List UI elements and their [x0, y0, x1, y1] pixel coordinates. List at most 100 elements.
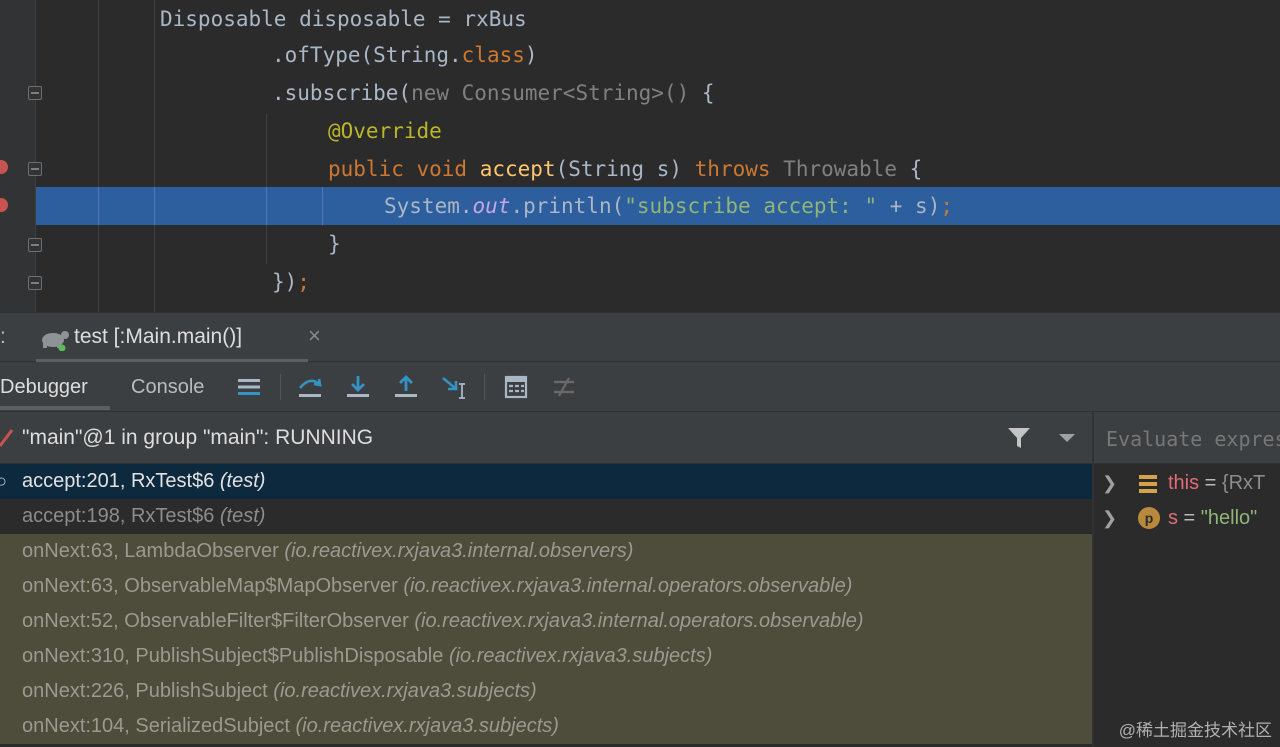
variable-row-s[interactable]: ❯ p s = "hello" [1094, 501, 1280, 536]
code-token: }) [272, 270, 298, 294]
frame-package: (io.reactivex.rxjava3.internal.operators… [414, 610, 864, 632]
code-editor[interactable]: Disposable disposable = rxBus .ofType(St… [0, 0, 1280, 312]
code-token: .subscribe( [272, 81, 412, 105]
code-token: ; [940, 194, 953, 218]
frames-panel: "main"@1 in group "main": RUNNING ○ accep… [0, 412, 1092, 747]
code-token: Disposable disposable = rxBus [160, 7, 527, 31]
chevron-right-icon[interactable]: ❯ [1102, 466, 1117, 501]
stack-frame-row[interactable]: onNext:63, LambdaObserver (io.reactivex.… [0, 534, 1092, 569]
frame-label: onNext:104, SerializedSubject (io.reacti… [22, 709, 559, 744]
step-over-icon[interactable] [295, 372, 325, 402]
toolbar-separator [280, 374, 281, 400]
frame-package: (io.reactivex.rxjava3.internal.observers… [284, 540, 634, 562]
frame-package: (io.reactivex.rxjava3.subjects) [273, 680, 537, 702]
code-token: throws [694, 157, 784, 181]
frame-location: accept:201, RxTest$6 [22, 470, 220, 492]
frame-location: onNext:52, ObservableFilter$FilterObserv… [22, 610, 415, 632]
toolbar-separator [484, 374, 485, 400]
tab-debugger[interactable]: Debugger [0, 376, 88, 399]
filter-icon[interactable] [1006, 426, 1032, 450]
tool-window-title: : [0, 325, 6, 348]
watermark: @稀土掘金技术社区 [1118, 721, 1272, 740]
frame-label: accept:201, RxTest$6 (test) [22, 464, 265, 499]
code-token: ) [524, 43, 538, 67]
variable-name: this [1168, 472, 1200, 494]
code-line[interactable]: .subscribe(new Consumer<String>() { [0, 74, 1280, 112]
step-into-icon[interactable] [343, 372, 373, 402]
code-line[interactable]: Disposable disposable = rxBus [0, 0, 1280, 38]
field-list-icon [1139, 475, 1157, 493]
code-line[interactable]: } [0, 225, 1280, 263]
variable-name: s [1168, 507, 1178, 529]
code-token: { [701, 81, 715, 105]
frame-location: onNext:63, ObservableMap$MapObserver [22, 575, 404, 597]
chevron-right-icon[interactable]: ❯ [1102, 501, 1117, 536]
frame-package: (io.reactivex.rxjava3.subjects) [448, 645, 713, 667]
frame-location: onNext:310, PublishSubject$PublishDispos… [22, 645, 449, 667]
debug-tool-window-tabs: : test [:Main.main()] × [0, 312, 1280, 363]
variable-equals: = [1199, 472, 1222, 494]
run-config-label: test [:Main.main()] [74, 325, 243, 348]
variable-value: {RxT [1221, 472, 1266, 494]
current-execution-line[interactable]: System.out.println("subscribe accept: " … [36, 187, 1280, 225]
close-tab-icon[interactable]: × [308, 323, 321, 349]
evaluate-expression-input[interactable] [1106, 425, 1280, 453]
code-token: (String s) [555, 157, 695, 181]
code-line[interactable]: public void accept(String s) throws Thro… [0, 150, 1280, 188]
code-line[interactable]: }); [0, 263, 1280, 301]
code-token: out [472, 194, 511, 218]
thread-selector[interactable]: "main"@1 in group "main": RUNNING [0, 412, 1092, 464]
code-token: { [909, 157, 923, 181]
code-token: public void [328, 157, 480, 181]
run-to-cursor-icon[interactable] [439, 372, 469, 402]
frame-label: onNext:63, LambdaObserver (io.reactivex.… [22, 534, 633, 569]
frame-location: onNext:63, LambdaObserver [22, 540, 285, 562]
run-config-icon [42, 331, 69, 351]
evaluate-expression-icon[interactable] [501, 372, 531, 402]
chevron-down-icon[interactable] [1058, 432, 1076, 444]
thread-label: "main"@1 in group "main": RUNNING [22, 426, 374, 449]
stack-frame-row[interactable]: ○ accept:201, RxTest$6 (test) [0, 464, 1092, 499]
code-token: ; [297, 270, 310, 294]
variable-row-this[interactable]: ❯ this = {RxT [1094, 466, 1280, 501]
frame-package: (test) [219, 505, 266, 527]
frame-label: onNext:310, PublishSubject$PublishDispos… [22, 639, 712, 674]
step-out-icon[interactable] [391, 372, 421, 402]
stack-frame-row[interactable]: onNext:52, ObservableFilter$FilterObserv… [0, 604, 1092, 639]
parameter-icon: p [1138, 507, 1160, 529]
tab-console[interactable]: Console [131, 376, 204, 399]
variables-panel: ❯ this = {RxT ❯ p s = "hello" [1094, 412, 1280, 747]
stack-frame-row[interactable]: accept:198, RxTest$6 (test) [0, 499, 1092, 534]
stack-frame-row[interactable]: onNext:63, ObservableMap$MapObserver (io… [0, 569, 1092, 604]
threads-menu-icon[interactable] [234, 372, 264, 402]
stack-frame-row[interactable]: onNext:310, PublishSubject$PublishDispos… [0, 639, 1092, 674]
thread-running-icon [0, 429, 14, 447]
code-line[interactable]: .ofType(String.class) [0, 36, 1280, 74]
breakpoint-execution-icon[interactable] [0, 198, 8, 212]
stack-frame-row[interactable]: onNext:226, PublishSubject (io.reactivex… [0, 674, 1092, 709]
code-token: .println( [510, 194, 625, 218]
run-config-tab[interactable]: test [:Main.main()] × [36, 313, 321, 363]
stack-frame-row[interactable]: onNext:104, SerializedSubject (io.reacti… [0, 709, 1092, 744]
frame-label: onNext:226, PublishSubject (io.reactivex… [22, 674, 537, 709]
frame-location: onNext:104, SerializedSubject [22, 715, 296, 737]
variable-equals: = [1178, 507, 1201, 529]
frame-label: onNext:52, ObservableFilter$FilterObserv… [22, 604, 863, 639]
evaluate-bar [1094, 412, 1280, 464]
frame-label: onNext:63, ObservableMap$MapObserver (io… [22, 569, 852, 604]
code-token: "subscribe accept: " [624, 194, 878, 218]
current-frame-icon: ○ [0, 471, 7, 491]
code-line[interactable]: @Override [0, 112, 1280, 150]
code-token: class [461, 43, 525, 67]
variable-value: "hello" [1200, 507, 1258, 529]
code-token: Throwable [783, 157, 910, 181]
frame-package: (io.reactivex.rxjava3.subjects) [295, 715, 559, 737]
debugger-toolbar: Debugger Console [0, 362, 1280, 412]
code-token: new Consumer<String>() [411, 81, 702, 105]
code-token: } [328, 232, 341, 256]
trace-current-stream-icon[interactable] [549, 372, 579, 402]
code-token: accept [479, 157, 556, 181]
frame-package: (io.reactivex.rxjava3.internal.operators… [403, 575, 853, 597]
code-token: System. [384, 194, 473, 218]
frame-location: accept:198, RxTest$6 [22, 505, 220, 527]
